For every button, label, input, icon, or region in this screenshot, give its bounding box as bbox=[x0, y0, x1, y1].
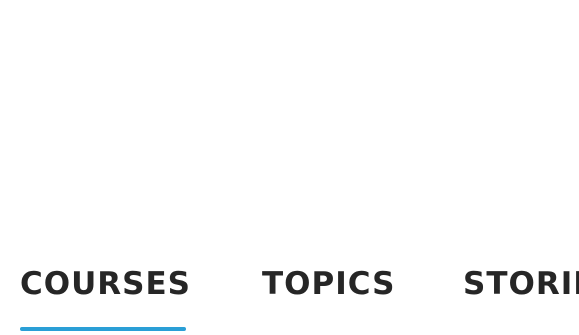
active-tab-indicator bbox=[20, 327, 186, 331]
page: COURSES TOPICS STORIES bbox=[0, 0, 579, 335]
tab-courses[interactable]: COURSES bbox=[20, 262, 191, 335]
tab-topics[interactable]: TOPICS bbox=[262, 262, 395, 335]
tab-stories[interactable]: STORIES bbox=[463, 262, 579, 335]
tab-label-courses: COURSES bbox=[20, 266, 191, 302]
tab-label-topics: TOPICS bbox=[262, 266, 396, 302]
tab-label-stories: STORIES bbox=[463, 266, 579, 302]
tab-bar: COURSES TOPICS STORIES bbox=[0, 262, 579, 335]
